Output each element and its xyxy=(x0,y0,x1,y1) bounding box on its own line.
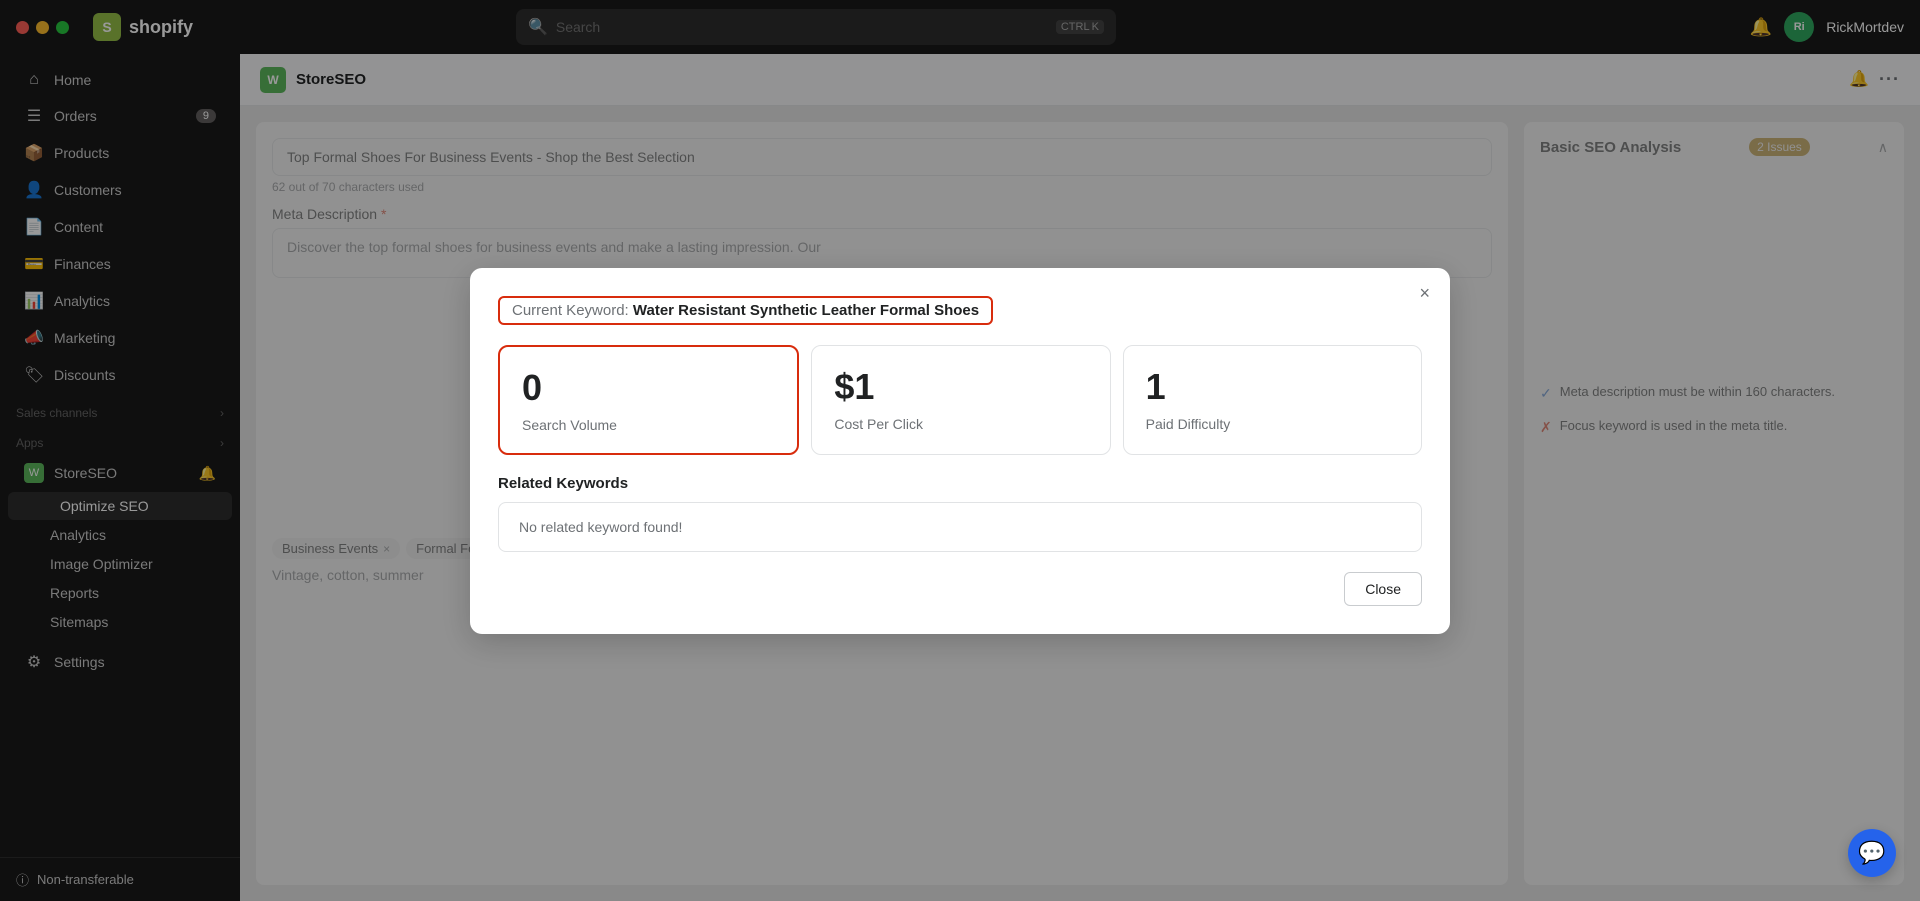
main-layout: ⌂ Home ☰ Orders 9 📦 Products 👤 Customers… xyxy=(0,54,1920,901)
no-keywords-box: No related keyword found! xyxy=(498,502,1422,552)
search-volume-label: Search Volume xyxy=(522,417,775,433)
close-button[interactable]: Close xyxy=(1344,572,1422,606)
paid-difficulty-value: 1 xyxy=(1146,366,1399,408)
keyword-prefix: Current Keyword: xyxy=(512,302,629,319)
modal-footer: Close xyxy=(498,572,1422,606)
modal-overlay: × Current Keyword: Water Resistant Synth… xyxy=(240,106,1920,901)
keyword-modal: × Current Keyword: Water Resistant Synth… xyxy=(470,268,1450,634)
content-area: W StoreSEO 🔔 ··· Top Formal Shoes For Bu… xyxy=(240,54,1920,901)
related-keywords-title: Related Keywords xyxy=(498,475,1422,492)
chat-bubble[interactable]: 💬 xyxy=(1848,829,1896,877)
metric-cards: 0 Search Volume $1 Cost Per Click 1 Paid… xyxy=(498,345,1422,455)
search-volume-value: 0 xyxy=(522,367,775,409)
metric-card-cost-per-click: $1 Cost Per Click xyxy=(811,345,1110,455)
modal-close-button[interactable]: × xyxy=(1419,284,1430,302)
modal-keyword-header: Current Keyword: Water Resistant Synthet… xyxy=(498,296,1422,345)
chat-icon: 💬 xyxy=(1858,840,1885,866)
keyword-value: Water Resistant Synthetic Leather Formal… xyxy=(633,302,979,319)
paid-difficulty-label: Paid Difficulty xyxy=(1146,416,1399,432)
metric-card-search-volume: 0 Search Volume xyxy=(498,345,799,455)
cost-per-click-label: Cost Per Click xyxy=(834,416,1087,432)
metric-card-paid-difficulty: 1 Paid Difficulty xyxy=(1123,345,1422,455)
page-content: Top Formal Shoes For Business Events - S… xyxy=(240,106,1920,901)
cost-per-click-value: $1 xyxy=(834,366,1087,408)
current-keyword-label: Current Keyword: Water Resistant Synthet… xyxy=(498,296,993,325)
